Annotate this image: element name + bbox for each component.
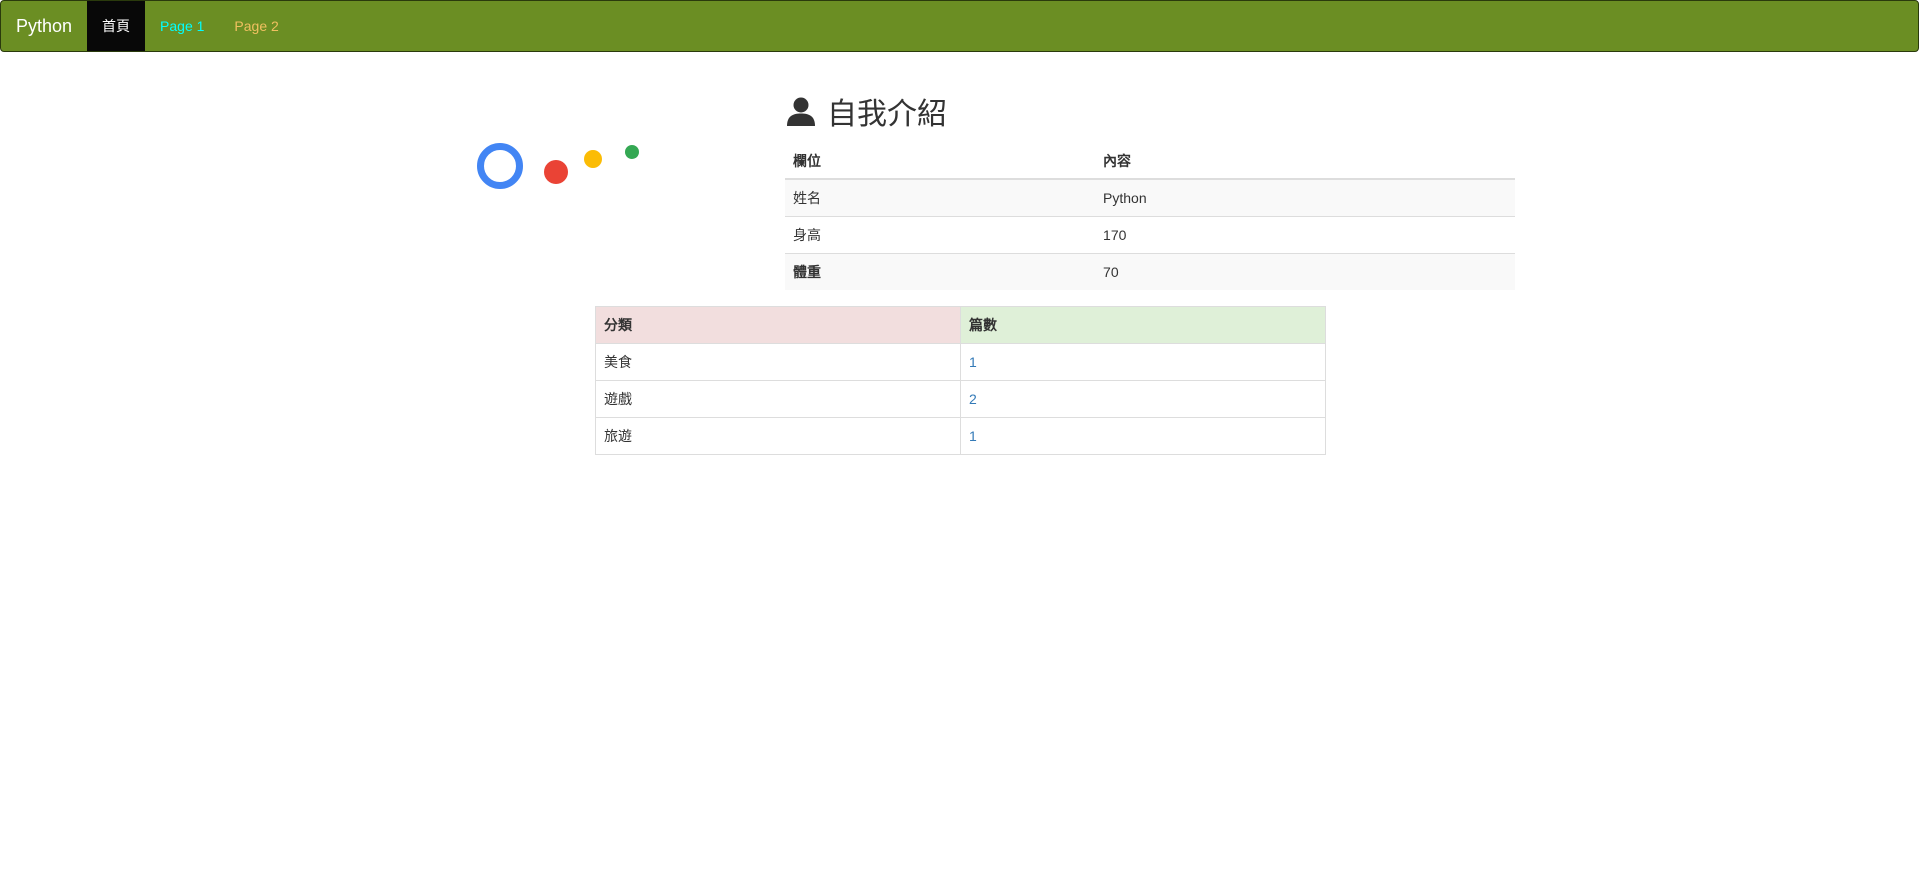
table-row: 美食 1	[595, 343, 1326, 381]
brand-link[interactable]: Python	[1, 1, 87, 51]
table-row: 遊戲 2	[595, 380, 1326, 418]
category-name: 旅遊	[595, 417, 961, 455]
intro-value-height: 170	[1095, 216, 1515, 254]
category-count-link[interactable]: 1	[969, 354, 977, 370]
intro-title-text: 自我介紹	[827, 98, 947, 131]
user-icon	[787, 97, 815, 126]
table-row: 身高 170	[785, 216, 1515, 254]
intro-field-height: 身高	[785, 216, 1096, 254]
table-row: 體重 70	[785, 253, 1515, 290]
intro-value-weight: 70	[1095, 253, 1515, 290]
intro-section: 自我介紹 欄位 內容 姓名 Python 身高 170 體重 70	[785, 85, 1515, 290]
yellow-dot	[584, 150, 602, 168]
category-count-cell: 1	[960, 417, 1326, 455]
table-row: 旅遊 1	[595, 417, 1326, 455]
category-count-cell: 2	[960, 380, 1326, 418]
intro-field-weight: 體重	[785, 253, 1096, 290]
nav-item-page-1[interactable]: Page 1	[145, 1, 219, 51]
top-navbar: Python 首頁 Page 1 Page 2	[0, 0, 1919, 52]
intro-header-field: 欄位	[785, 143, 1096, 180]
intro-table-header-row: 欄位 內容	[785, 143, 1515, 180]
assistant-logo	[405, 70, 755, 260]
blue-ring-dot	[477, 143, 523, 189]
nav-item-home[interactable]: 首頁	[87, 1, 146, 51]
intro-value-name: Python	[1095, 178, 1515, 217]
count-header: 篇數	[960, 306, 1326, 344]
intro-table: 欄位 內容 姓名 Python 身高 170 體重 70	[785, 143, 1515, 290]
category-section: 分類 篇數 美食 1 遊戲 2 旅遊 1	[595, 306, 1326, 455]
table-row: 姓名 Python	[785, 178, 1515, 217]
category-table-header-row: 分類 篇數	[595, 306, 1326, 344]
green-dot	[625, 145, 639, 159]
intro-header-content: 內容	[1095, 143, 1515, 180]
red-dot	[544, 160, 568, 184]
category-name: 美食	[595, 343, 961, 381]
category-table: 分類 篇數 美食 1 遊戲 2 旅遊 1	[595, 306, 1326, 455]
category-header: 分類	[595, 306, 961, 344]
category-count-link[interactable]: 2	[969, 391, 977, 407]
category-name: 遊戲	[595, 380, 961, 418]
category-count-cell: 1	[960, 343, 1326, 381]
nav-item-page-2[interactable]: Page 2	[219, 1, 293, 51]
category-count-link[interactable]: 1	[969, 428, 977, 444]
intro-heading: 自我介紹	[785, 85, 1515, 137]
intro-field-name: 姓名	[785, 178, 1096, 217]
